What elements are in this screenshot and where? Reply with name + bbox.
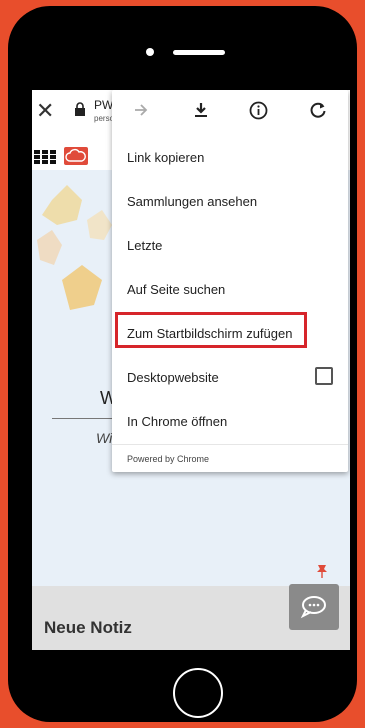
page-title: PW [94, 98, 114, 112]
menu-divider [112, 444, 348, 445]
autumn-leaves-decoration [37, 185, 112, 310]
overflow-menu: Link kopieren Sammlungen ansehen Letzte … [112, 90, 348, 472]
screen: ✕ PW perso W Wi Neue Notiz Link kopieren… [32, 90, 350, 650]
menu-item-view-collections[interactable]: Sammlungen ansehen [127, 194, 257, 209]
pin-icon[interactable] [316, 564, 328, 578]
refresh-icon[interactable] [309, 101, 327, 119]
apps-grid-icon[interactable] [34, 150, 56, 164]
menu-item-find-in-page[interactable]: Auf Seite suchen [127, 282, 225, 297]
note-bar-title: Neue Notiz [44, 618, 132, 637]
powered-by-label: Powered by Chrome [127, 454, 210, 464]
page-subheading: Wi [96, 430, 113, 446]
menu-item-copy-link[interactable]: Link kopieren [127, 150, 204, 165]
speaker-grille [173, 50, 225, 55]
page-url: perso [94, 114, 115, 123]
download-icon[interactable] [192, 101, 210, 119]
close-icon[interactable]: ✕ [36, 100, 54, 122]
menu-item-recent[interactable]: Letzte [127, 238, 162, 253]
camera-dot [146, 48, 154, 56]
chat-bubble-icon [300, 596, 326, 619]
home-button[interactable] [173, 668, 223, 718]
cloud-button[interactable] [64, 147, 88, 165]
desktop-site-checkbox[interactable] [315, 367, 333, 385]
menu-item-desktop-site[interactable]: Desktopwebsite [127, 370, 219, 385]
cloud-icon [65, 148, 86, 162]
menu-icon-row [112, 90, 348, 134]
info-icon[interactable] [249, 101, 268, 120]
lock-icon [75, 102, 85, 116]
forward-arrow-icon[interactable] [132, 101, 150, 119]
menu-item-open-in-chrome[interactable]: In Chrome öffnen [127, 414, 227, 429]
menu-item-add-to-home-screen[interactable]: Zum Startbildschirm zufügen [127, 326, 292, 341]
chat-button[interactable] [289, 584, 339, 630]
